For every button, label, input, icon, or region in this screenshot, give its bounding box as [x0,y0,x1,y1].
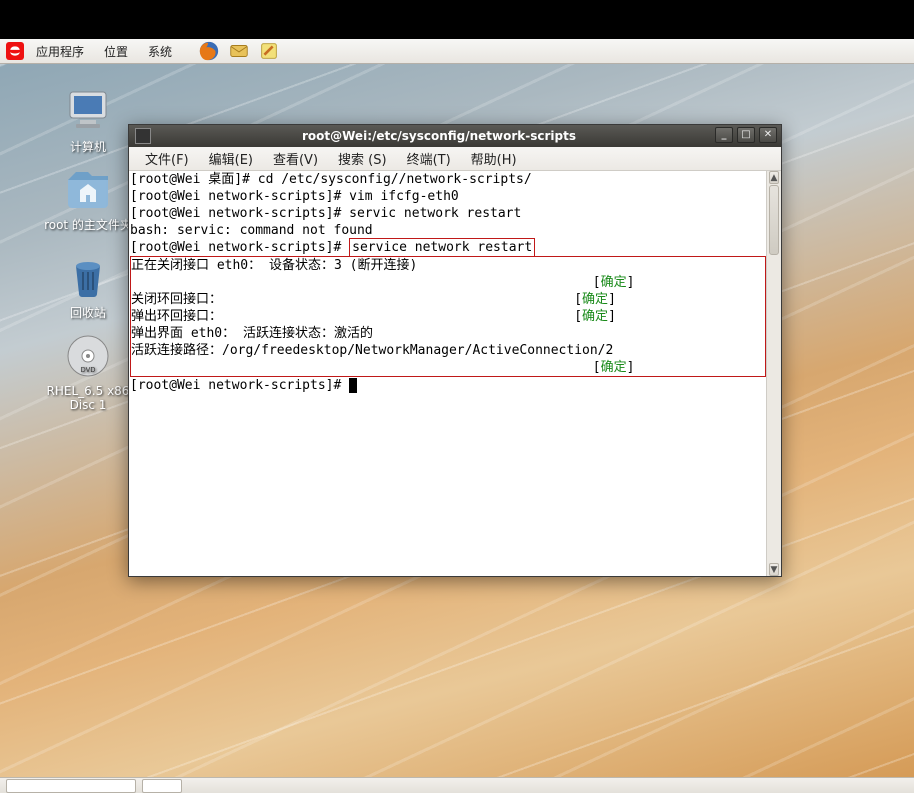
menu-system[interactable]: 系统 [140,40,180,63]
desktop-icon-computer[interactable]: 计算机 [38,86,138,155]
scrollbar-down-arrow[interactable]: ▼ [769,563,779,576]
terminal-line: 关闭环回接口： [确定] [131,291,765,308]
terminal-line: 活跃连接路径：/org/freedesktop/NetworkManager/A… [131,342,765,359]
desktop-icon-dvd[interactable]: DVD RHEL_6.5 x86 Disc 1 [38,332,138,412]
status-ok: 确定 [601,360,627,375]
status-ok: 确定 [582,309,608,324]
terminal-cursor [349,378,357,393]
terminal-line: bash: servic: command not found [130,222,766,239]
menu-applications[interactable]: 应用程序 [28,40,92,63]
desktop[interactable]: 计算机 root 的主文件夹 回收站 DVD RHEL_6.5 x86 Disc… [0,64,914,777]
terminal-line: [root@Wei network-scripts]# service netw… [130,239,766,256]
desktop-icon-label: 计算机 [38,138,138,155]
terminal-output[interactable]: [root@Wei 桌面]# cd /etc/sysconfig//networ… [129,171,766,576]
terminal-scrollbar[interactable]: ▲ ▼ [766,171,781,576]
terminal-window[interactable]: root@Wei:/etc/sysconfig/network-scripts … [128,124,782,577]
terminal-line: [root@Wei network-scripts]# servic netwo… [130,205,766,222]
highlighted-command: service network restart [349,238,535,257]
window-title: root@Wei:/etc/sysconfig/network-scripts [157,129,781,143]
window-titlebar[interactable]: root@Wei:/etc/sysconfig/network-scripts … [129,125,781,147]
menu-help[interactable]: 帮助(H) [461,146,527,171]
vm-black-bar [0,0,914,39]
terminal-menubar[interactable]: 文件(F) 编辑(E) 查看(V) 搜索 (S) 终端(T) 帮助(H) [129,147,781,171]
window-maximize-button[interactable]: □ [737,127,755,143]
distro-icon [6,42,24,60]
desktop-icon-label: RHEL_6.5 x86 [38,384,138,398]
terminal-line: 弹出环回接口： [确定] [131,308,765,325]
terminal-line: [root@Wei network-scripts]# vim ifcfg-et… [130,188,766,205]
computer-icon [64,86,112,134]
gnome-bottom-panel[interactable] [0,777,914,793]
menu-file[interactable]: 文件(F) [135,146,199,171]
terminal-line: 正在关闭接口 eth0： 设备状态：3 (断开连接) [131,257,765,274]
gedit-icon[interactable] [258,40,280,62]
status-ok: 确定 [582,292,608,307]
desktop-icon-trash[interactable]: 回收站 [38,252,138,321]
status-ok: 确定 [601,275,627,290]
desktop-icon-label: Disc 1 [38,398,138,412]
evolution-icon[interactable] [228,40,250,62]
taskbar-button[interactable] [142,779,182,793]
gnome-top-panel[interactable]: 应用程序 位置 系统 [0,39,914,64]
svg-text:DVD: DVD [81,367,96,374]
terminal-line: [root@Wei 桌面]# cd /etc/sysconfig//networ… [130,171,766,188]
scrollbar-thumb[interactable] [769,185,779,255]
output-highlight-box: 正在关闭接口 eth0： 设备状态：3 (断开连接) [确定]关闭环回接口： [… [130,256,766,377]
menu-edit[interactable]: 编辑(E) [199,146,263,171]
window-close-button[interactable]: ✕ [759,127,777,143]
desktop-icon-label: root 的主文件夹 [38,216,138,233]
dvd-icon: DVD [64,332,112,380]
menu-places[interactable]: 位置 [96,40,136,63]
desktop-icon-home[interactable]: root 的主文件夹 [38,164,138,233]
menu-search[interactable]: 搜索 (S) [328,146,397,171]
terminal-line: 弹出界面 eth0： 活跃连接状态：激活的 [131,325,765,342]
menu-view[interactable]: 查看(V) [263,146,328,171]
scrollbar-up-arrow[interactable]: ▲ [769,171,779,184]
home-folder-icon [64,164,112,212]
terminal-line: [确定] [131,359,765,376]
terminal-app-icon [135,128,151,144]
desktop-icon-label: 回收站 [38,304,138,321]
terminal-line: [确定] [131,274,765,291]
terminal-prompt: [root@Wei network-scripts]# [130,377,766,394]
window-minimize-button[interactable]: _ [715,127,733,143]
firefox-icon[interactable] [198,40,220,62]
taskbar-button[interactable] [6,779,136,793]
trash-icon [64,252,112,300]
menu-terminal[interactable]: 终端(T) [397,146,461,171]
